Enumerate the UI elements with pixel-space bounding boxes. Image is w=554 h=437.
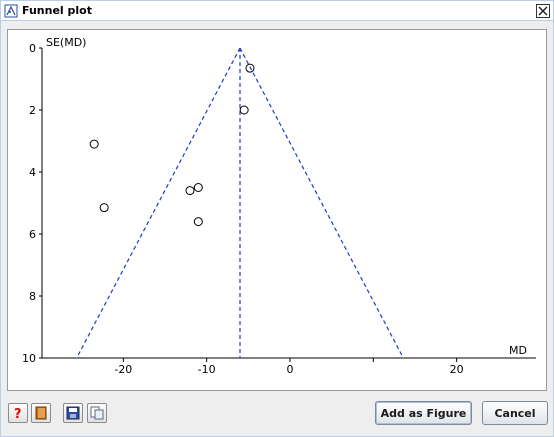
book-button[interactable] (31, 403, 51, 423)
svg-text:?: ? (14, 407, 22, 420)
x-tick-label: 0 (287, 363, 294, 376)
data-point (239, 105, 249, 115)
y-tick-label: 0 (29, 42, 36, 55)
funnel-right-limit (239, 47, 404, 359)
add-as-figure-button[interactable]: Add as Figure (375, 401, 472, 425)
x-tick-label: -20 (114, 363, 132, 376)
funnel-left-limit (76, 47, 241, 359)
cancel-button[interactable]: Cancel (482, 401, 548, 425)
book-icon (35, 406, 47, 420)
window-title: Funnel plot (22, 4, 92, 17)
x-axis-label: MD (509, 344, 527, 357)
funnel-plot-panel: 0 2 4 6 8 10 -20 -10 0 20 SE(MD) MD (7, 29, 547, 391)
save-button[interactable] (63, 403, 83, 423)
y-tick-label: 10 (22, 352, 36, 365)
title-bar: Funnel plot (0, 0, 554, 21)
help-icon: ? (14, 407, 22, 420)
y-tick-label: 4 (29, 166, 36, 179)
copy-button[interactable] (87, 403, 107, 423)
data-point (193, 217, 203, 227)
x-tick-label: -10 (198, 363, 216, 376)
copy-icon (90, 406, 104, 420)
y-tick-label: 6 (29, 228, 36, 241)
data-point (89, 139, 99, 149)
close-icon[interactable] (536, 4, 550, 18)
funnel-plot-chart: 0 2 4 6 8 10 -20 -10 0 20 SE(MD) MD (22, 36, 536, 376)
help-button[interactable]: ? (8, 403, 28, 423)
save-icon (66, 406, 80, 420)
y-tick-label: 8 (29, 290, 36, 303)
y-axis-label: SE(MD) (46, 36, 86, 49)
data-point (99, 203, 109, 213)
funnel-plot-app-icon (4, 4, 18, 18)
x-tick-label: 20 (450, 363, 464, 376)
data-point (185, 186, 195, 196)
data-point (193, 183, 203, 192)
y-tick-label: 2 (29, 104, 36, 117)
